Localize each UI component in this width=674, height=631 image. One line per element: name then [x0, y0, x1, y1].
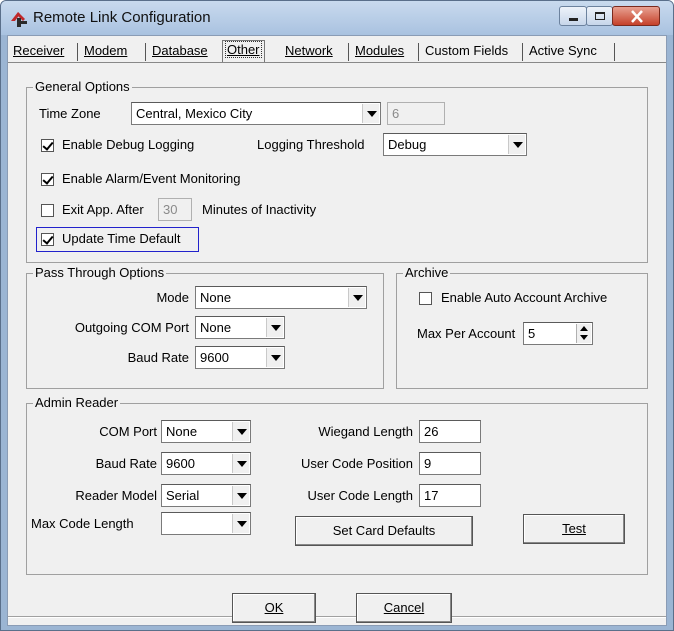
logging-threshold-label: Logging Threshold	[257, 137, 365, 152]
debug-logging-label[interactable]: Enable Debug Logging	[62, 137, 194, 152]
tab-other[interactable]: Other	[222, 40, 265, 63]
admin-baud-rate-select[interactable]: 9600	[161, 452, 251, 475]
group-title: Pass Through Options	[33, 265, 167, 280]
app-icon	[11, 12, 27, 27]
time-zone-offset-field: 6	[387, 102, 445, 125]
admin-com-port-select[interactable]: None	[161, 420, 251, 443]
auto-archive-label[interactable]: Enable Auto Account Archive	[441, 290, 607, 305]
maximize-icon	[595, 12, 605, 20]
chevron-down-icon[interactable]	[232, 422, 249, 441]
tab-active-sync[interactable]: Active Sync	[526, 42, 600, 62]
chevron-down-icon[interactable]	[266, 348, 283, 367]
chevron-down-icon[interactable]	[232, 454, 249, 473]
window-title: Remote Link Configuration	[33, 9, 211, 26]
admin-baud-rate-label: Baud Rate	[95, 456, 157, 471]
title-bar[interactable]: Remote Link Configuration	[1, 1, 673, 35]
outgoing-com-port-label: Outgoing COM Port	[74, 320, 189, 335]
max-code-length-label: Max Code Length	[31, 516, 134, 531]
tab-receiver[interactable]: Receiver	[10, 42, 67, 62]
reader-model-label: Reader Model	[75, 488, 157, 503]
user-code-position-label: User Code Position	[301, 456, 413, 471]
general-options-group: General Options Time Zone Central, Mexic…	[26, 79, 648, 263]
wiegand-length-label: Wiegand Length	[318, 424, 413, 439]
time-zone-value: Central, Mexico City	[136, 106, 253, 121]
mode-select[interactable]: None	[195, 286, 367, 309]
ok-button[interactable]: OK	[232, 593, 316, 623]
chevron-down-icon[interactable]	[266, 318, 283, 337]
user-code-length-field[interactable]: 17	[419, 484, 481, 507]
update-time-checkbox[interactable]	[41, 233, 54, 246]
admin-com-port-value: None	[166, 424, 198, 439]
admin-baud-rate-value: 9600	[166, 456, 195, 471]
time-zone-label: Time Zone	[39, 106, 101, 121]
update-time-label[interactable]: Update Time Default	[62, 231, 181, 246]
test-button[interactable]: Test	[523, 514, 625, 544]
chevron-down-icon[interactable]	[232, 514, 249, 533]
tab-modem[interactable]: Modem	[81, 42, 130, 62]
tab-separator	[614, 43, 615, 61]
footer-divider	[8, 616, 666, 618]
group-title: General Options	[33, 79, 132, 94]
mode-value: None	[200, 290, 232, 305]
time-zone-select[interactable]: Central, Mexico City	[131, 102, 381, 125]
close-icon	[631, 10, 643, 23]
max-per-account-label: Max Per Account	[417, 326, 516, 341]
reader-model-select[interactable]: Serial	[161, 484, 251, 507]
baud-rate-value: 9600	[200, 350, 229, 365]
alarm-monitoring-label[interactable]: Enable Alarm/Event Monitoring	[62, 171, 240, 186]
tab-separator	[418, 43, 419, 61]
exit-app-label[interactable]: Exit App. After	[62, 202, 144, 217]
close-button[interactable]	[612, 6, 660, 26]
exit-minutes-field: 30	[158, 198, 192, 221]
exit-app-checkbox[interactable]	[41, 204, 54, 217]
max-code-length-select[interactable]	[161, 512, 251, 535]
logging-threshold-value: Debug	[388, 137, 427, 152]
tab-modules[interactable]: Modules	[352, 42, 407, 62]
tab-strip: Receiver Modem Database Other Network Mo…	[8, 40, 668, 63]
dialog-client-area: Receiver Modem Database Other Network Mo…	[7, 35, 667, 626]
user-code-position-field[interactable]: 9	[419, 452, 481, 475]
max-per-account-spinner[interactable]: 5	[523, 322, 593, 345]
tab-network[interactable]: Network	[282, 42, 336, 62]
main-window: Remote Link Configuration Receiver Modem…	[0, 0, 674, 631]
exit-minutes-suffix: Minutes of Inactivity	[202, 202, 317, 217]
mode-label: Mode	[156, 290, 189, 305]
baud-rate-select[interactable]: 9600	[195, 346, 285, 369]
set-card-defaults-button[interactable]: Set Card Defaults	[295, 516, 473, 546]
chevron-down-icon[interactable]	[348, 288, 365, 307]
tab-other-label: Other	[225, 41, 262, 58]
debug-logging-checkbox[interactable]	[41, 139, 54, 152]
wiegand-length-field[interactable]: 26	[419, 420, 481, 443]
alarm-monitoring-checkbox[interactable]	[41, 173, 54, 186]
spinner-arrows-icon[interactable]	[576, 324, 591, 343]
tab-custom-fields[interactable]: Custom Fields	[422, 42, 511, 62]
outgoing-com-port-select[interactable]: None	[195, 316, 285, 339]
baud-rate-label: Baud Rate	[127, 350, 189, 365]
user-code-length-label: User Code Length	[307, 488, 413, 503]
tab-database[interactable]: Database	[149, 42, 211, 62]
cancel-button[interactable]: Cancel	[356, 593, 452, 623]
maximize-button[interactable]	[586, 6, 613, 26]
tab-panel-other: General Options Time Zone Central, Mexic…	[8, 62, 666, 618]
group-title: Admin Reader	[33, 395, 121, 410]
minimize-button[interactable]	[559, 6, 587, 26]
minimize-icon	[569, 18, 578, 21]
tab-separator	[77, 43, 78, 61]
chevron-down-icon[interactable]	[362, 104, 379, 123]
archive-group: Archive Enable Auto Account Archive Max …	[396, 265, 648, 389]
max-per-account-value: 5	[528, 326, 536, 341]
outgoing-com-port-value: None	[200, 320, 232, 335]
tab-separator	[145, 43, 146, 61]
admin-com-port-label: COM Port	[99, 424, 157, 439]
logging-threshold-select[interactable]: Debug	[383, 133, 527, 156]
tab-separator	[348, 43, 349, 61]
reader-model-value: Serial	[166, 488, 200, 503]
auto-archive-checkbox[interactable]	[419, 292, 432, 305]
pass-through-group: Pass Through Options Mode None Outgoing …	[26, 265, 384, 389]
tab-separator	[522, 43, 523, 61]
chevron-down-icon[interactable]	[232, 486, 249, 505]
group-title: Archive	[403, 265, 451, 280]
admin-reader-group: Admin Reader COM Port None Baud Rate 960…	[26, 395, 648, 575]
chevron-down-icon[interactable]	[508, 135, 525, 154]
